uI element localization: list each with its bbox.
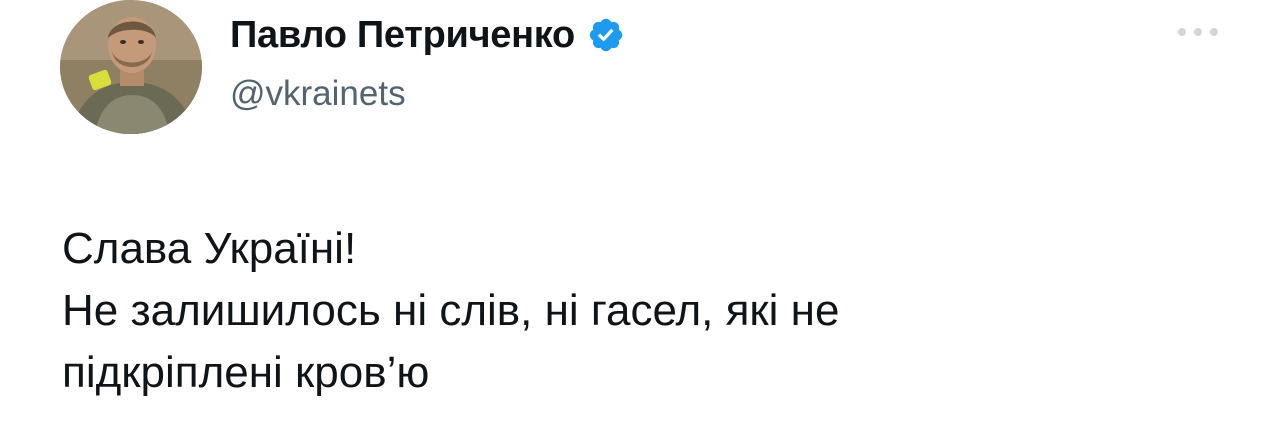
author-display-name[interactable]: Павло Петриченко [230, 14, 575, 57]
author-avatar[interactable] [60, 0, 202, 134]
verified-badge-shape [589, 18, 623, 52]
tweet-text-line: Слава Україні! [62, 224, 357, 273]
tweet-text-line: підкріплені кров’ю [62, 348, 430, 397]
more-options-icon[interactable] [1174, 20, 1222, 44]
author-info: Павло Петриченко @vkrainets [230, 10, 625, 114]
author-handle[interactable]: @vkrainets [230, 74, 625, 114]
tweet-text: Слава Україні! Не залишилось ні слів, ні… [62, 218, 1222, 404]
avatar-photo [60, 0, 202, 134]
tweet-text-line: Не залишилось ні слів, ні гасел, які не [62, 286, 840, 335]
more-dots-shape [1178, 28, 1218, 36]
tweet-card: Павло Петриченко @vkrainets Слава Україн… [0, 0, 1284, 427]
author-name-row: Павло Петриченко [230, 10, 625, 60]
verified-badge-icon[interactable] [587, 16, 625, 54]
